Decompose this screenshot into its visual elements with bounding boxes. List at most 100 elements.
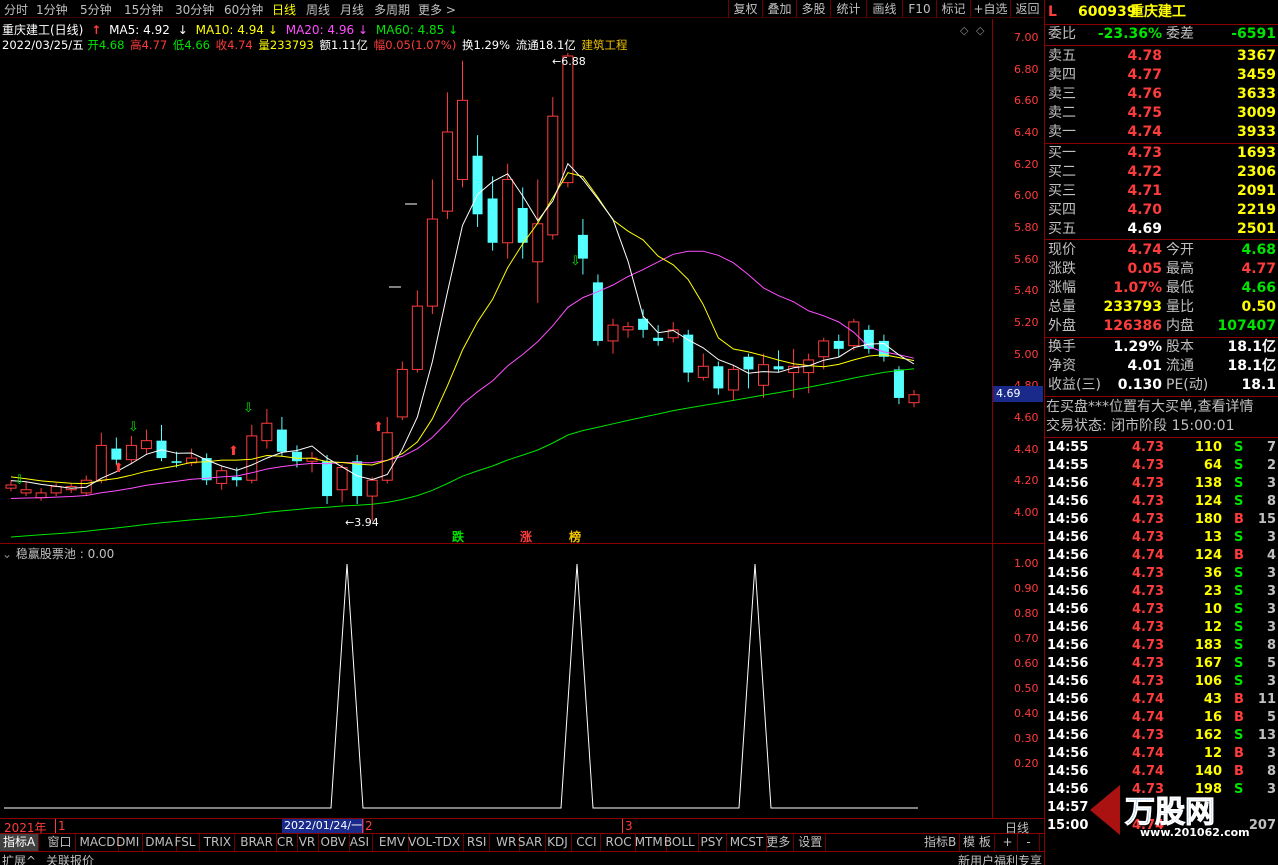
tab-rsi[interactable]: RSI [464, 834, 491, 851]
add-watchlist-button[interactable]: +自选 [970, 0, 1010, 18]
candle[interactable] [441, 92, 453, 220]
big-order-notice[interactable]: 在买盘***位置有大买单,查看详情 [1046, 398, 1278, 417]
candle[interactable] [848, 318, 860, 351]
candle[interactable] [758, 353, 769, 398]
mark-button[interactable]: 标记 [936, 0, 970, 18]
candle[interactable] [863, 325, 874, 354]
tab-dmi[interactable]: DMI [113, 834, 144, 851]
candle[interactable] [140, 429, 152, 455]
back-button[interactable]: 返回 [1010, 0, 1044, 18]
candle[interactable] [125, 435, 137, 465]
candle[interactable] [156, 424, 167, 462]
candle[interactable] [50, 483, 62, 497]
period-monthly[interactable]: 月线 [340, 1, 364, 18]
candle[interactable] [472, 135, 483, 227]
tab-mcst[interactable]: MCST [727, 834, 768, 851]
candle[interactable] [773, 350, 784, 373]
candle[interactable] [411, 290, 423, 373]
tab-vol-tdx[interactable]: VOL-TDX [405, 834, 465, 851]
candle[interactable] [336, 464, 348, 503]
tab-indicator-b[interactable]: 指标B [921, 834, 961, 851]
new-user-link[interactable]: 新用户福利专享 [958, 852, 1042, 865]
tab-template[interactable]: 模 板 [960, 834, 995, 851]
candle[interactable] [80, 475, 92, 497]
candle[interactable] [517, 187, 528, 259]
tab-roc[interactable]: ROC [603, 834, 636, 851]
candle[interactable] [893, 366, 904, 405]
candle[interactable] [35, 488, 47, 501]
period-15min[interactable]: 15分钟 [124, 1, 163, 18]
candle[interactable] [547, 97, 559, 240]
candle[interactable] [366, 477, 378, 522]
tab-cr[interactable]: CR [274, 834, 298, 851]
period-daily[interactable]: 日线 [272, 1, 296, 18]
tick-time: 15:00 [1047, 818, 1089, 833]
tab-fsl[interactable]: FSL [172, 834, 200, 851]
candle[interactable] [487, 176, 498, 251]
candle[interactable] [833, 334, 844, 357]
candle[interactable] [908, 390, 920, 408]
period-multi[interactable]: 多周期 [374, 1, 410, 18]
candle[interactable] [352, 454, 363, 504]
candle[interactable] [306, 451, 318, 473]
candle[interactable] [396, 361, 408, 421]
tab-kdj[interactable]: KDJ [544, 834, 572, 851]
tab-vr[interactable]: VR [296, 834, 320, 851]
candle[interactable] [502, 163, 514, 259]
period-30min[interactable]: 30分钟 [175, 1, 214, 18]
candle[interactable] [426, 179, 438, 315]
zoom-out-button[interactable]: - [1018, 834, 1040, 851]
zoom-in-button[interactable]: + [998, 834, 1018, 851]
candle[interactable] [457, 60, 468, 188]
tab-更多[interactable]: 更多 [763, 834, 795, 851]
candle[interactable] [532, 179, 544, 303]
candle[interactable] [95, 432, 107, 484]
period-weekly[interactable]: 周线 [306, 1, 330, 18]
ask-volume: 3933 [1237, 124, 1276, 140]
period-more[interactable]: 更多 > [418, 1, 456, 18]
candle[interactable] [622, 321, 634, 338]
candle[interactable] [216, 465, 228, 490]
period-5min[interactable]: 5分钟 [80, 1, 112, 18]
tab-指标a[interactable]: 指标A [0, 834, 40, 851]
candle[interactable] [276, 416, 287, 457]
candle[interactable] [878, 334, 889, 362]
tab-asi[interactable]: ASI [347, 834, 374, 851]
tab-sar[interactable]: SAR [515, 834, 547, 851]
tab-brar[interactable]: BRAR [237, 834, 277, 851]
candle[interactable] [592, 274, 603, 346]
related-quote-button[interactable]: 关联报价 [46, 852, 94, 865]
multi-stock-button[interactable]: 多股 [796, 0, 830, 18]
tab-boll[interactable]: BOLL [661, 834, 699, 851]
fuquan-button[interactable]: 复权 [728, 0, 762, 18]
candle[interactable] [246, 424, 258, 484]
tab-obv[interactable]: OBV [318, 834, 351, 851]
candle[interactable] [818, 337, 830, 370]
draw-line-button[interactable]: 画线 [866, 0, 902, 18]
tick-time: 14:56 [1047, 476, 1089, 491]
candle[interactable] [713, 361, 724, 395]
overlay-button[interactable]: 叠加 [762, 0, 796, 18]
tab-设置[interactable]: 设置 [795, 834, 827, 851]
candle[interactable] [261, 409, 273, 449]
candle[interactable] [727, 364, 739, 402]
tick-volume: 124 [1194, 494, 1222, 509]
candle[interactable] [638, 309, 649, 338]
candle[interactable] [697, 353, 709, 381]
badge-rise[interactable]: 涨 [520, 528, 532, 545]
tab-emv[interactable]: EMV [376, 834, 410, 851]
period-1min[interactable]: 1分钟 [36, 1, 68, 18]
badge-fall[interactable]: 跌 [452, 528, 464, 545]
tick-row: 14:56 4.74 43 B 11 [1046, 691, 1278, 709]
period-fenshi[interactable]: 分时 [4, 1, 28, 18]
tab-psy[interactable]: PSY [698, 834, 727, 851]
tab-trix[interactable]: TRIX [201, 834, 236, 851]
expand-button[interactable]: 扩展^ [2, 852, 36, 865]
f10-button[interactable]: F10 [902, 0, 936, 18]
candle[interactable] [607, 318, 619, 354]
period-60min[interactable]: 60分钟 [224, 1, 263, 18]
stats-button[interactable]: 统计 [830, 0, 866, 18]
badge-rank[interactable]: 榜 [569, 528, 581, 545]
tab-窗口[interactable]: 窗口 [45, 834, 76, 851]
tab-cci[interactable]: CCI [573, 834, 601, 851]
